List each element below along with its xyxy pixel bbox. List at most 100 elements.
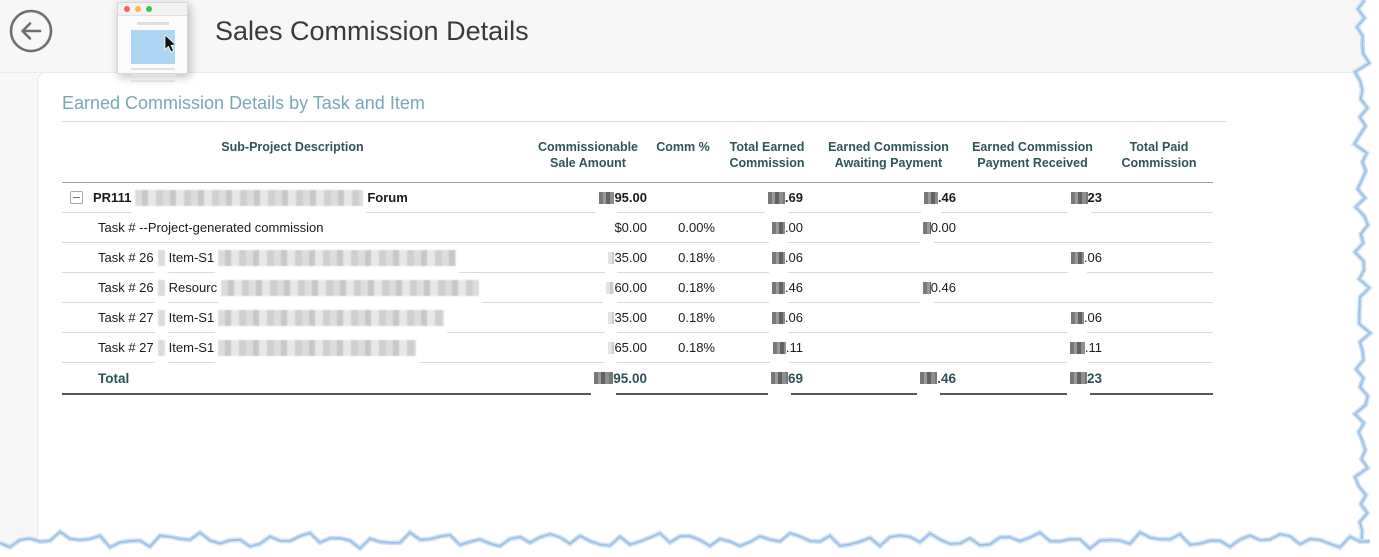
description-cell: Task # 26 Item-S1 — [62, 243, 527, 272]
redacted-block — [772, 252, 785, 264]
value-cell: .46 — [717, 273, 817, 302]
value-cell — [1105, 183, 1213, 212]
window-content-line — [131, 80, 175, 82]
window-dot-yellow — [135, 6, 141, 12]
cell-text: 60.00 — [614, 280, 647, 295]
redacted-block — [768, 192, 785, 204]
value-cell: .06 — [717, 303, 817, 332]
column-header: Commissionable Sale Amount — [527, 127, 649, 182]
cell-text: 0.18% — [678, 340, 715, 355]
window-titlebar — [118, 3, 187, 16]
column-header: Comm % — [649, 127, 717, 182]
redacted-block — [772, 222, 785, 234]
value-cell — [1105, 213, 1213, 242]
redacted-block — [923, 282, 931, 294]
cell-text: Total — [98, 371, 129, 386]
redacted-block — [218, 340, 416, 356]
description-cell: Total — [62, 363, 527, 393]
app-window-icon — [117, 2, 188, 74]
cell-text: 0.18% — [678, 310, 715, 325]
value-cell: 35.00 — [527, 243, 649, 272]
redacted-block — [158, 310, 165, 326]
value-cell: .00 — [717, 213, 817, 242]
cell-text: Task # 26 — [98, 280, 154, 295]
value-cell — [817, 243, 960, 272]
redacted-block — [923, 222, 931, 234]
window-dot-green — [146, 6, 152, 12]
redacted-block — [218, 310, 444, 326]
value-cell: 0.46 — [817, 273, 960, 302]
cell-text: PR111 — [93, 190, 131, 205]
cell-text: Forum — [367, 190, 407, 205]
value-cell: .11 — [717, 333, 817, 362]
table-row-total: Total95.0069.4623 — [62, 363, 1213, 395]
value-cell — [1105, 333, 1213, 362]
cell-text: Task # --Project-generated commission — [98, 220, 323, 235]
value-cell: 95.00 — [527, 183, 649, 212]
value-cell: 0.18% — [649, 273, 717, 302]
redacted-block — [221, 280, 479, 296]
section-divider — [62, 121, 1226, 122]
redacted-block — [1070, 342, 1085, 354]
redacted-block — [924, 192, 938, 204]
value-cell: 0.00 — [817, 213, 960, 242]
section-title: Earned Commission Details by Task and It… — [62, 93, 425, 114]
value-cell — [960, 213, 1105, 242]
cell-text: 0.46 — [931, 280, 956, 295]
redacted-block — [158, 250, 165, 266]
redacted-block — [772, 282, 785, 294]
cell-text: Task # 26 — [98, 250, 154, 265]
window-content-line — [131, 74, 175, 76]
redacted-block — [1071, 252, 1084, 264]
column-header: Total Paid Commission — [1105, 127, 1213, 182]
cell-text: Task # 27 — [98, 340, 154, 355]
value-cell: .06 — [960, 303, 1105, 332]
value-cell: .46 — [817, 183, 960, 212]
arrow-left-circle-icon — [7, 7, 55, 55]
value-cell — [960, 273, 1105, 302]
description-cell: Task # --Project-generated commission — [62, 213, 527, 242]
value-cell — [1105, 363, 1213, 393]
description-cell: PR111 Forum — [62, 183, 527, 212]
cell-text: Item-S1 — [169, 250, 215, 265]
cell-text: 95.00 — [614, 190, 647, 205]
value-cell: .11 — [960, 333, 1105, 362]
left-gutter — [0, 73, 38, 557]
cell-text: $0.00 — [614, 220, 647, 235]
cell-text: 35.00 — [614, 310, 647, 325]
redacted-block — [218, 250, 456, 266]
redacted-block — [599, 192, 614, 204]
cell-text: 95.00 — [613, 371, 647, 386]
table-row-group: PR111Forum95.00.69.4623 — [62, 183, 1213, 213]
value-cell: .46 — [817, 363, 960, 393]
value-cell — [1105, 273, 1213, 302]
top-header-band — [0, 0, 1379, 73]
commission-table: Sub-Project DescriptionCommissionable Sa… — [62, 127, 1213, 395]
mouse-pointer-icon — [164, 35, 179, 53]
cell-text: 0.18% — [678, 250, 715, 265]
redacted-block — [1071, 312, 1084, 324]
table-row-task: Task # 27Item-S135.000.18%.06.06 — [62, 303, 1213, 333]
table-header-row: Sub-Project DescriptionCommissionable Sa… — [62, 127, 1213, 183]
value-cell: 95.00 — [527, 363, 649, 393]
column-header: Sub-Project Description — [62, 127, 527, 182]
cell-text: 0.00% — [678, 220, 715, 235]
value-cell — [1105, 303, 1213, 332]
redacted-block — [135, 190, 363, 206]
back-button[interactable] — [7, 7, 55, 55]
value-cell: .06 — [960, 243, 1105, 272]
cell-text: Item-S1 — [169, 340, 215, 355]
description-cell: Task # 26 Resourc — [62, 273, 527, 302]
redacted-block — [771, 372, 788, 384]
window-dot-red — [124, 6, 130, 12]
value-cell: 0.00% — [649, 213, 717, 242]
cell-text: 0.00 — [931, 220, 956, 235]
collapse-minus-icon[interactable] — [70, 191, 83, 204]
table-row-task: Task # 27Item-S165.000.18%.11.11 — [62, 333, 1213, 363]
redacted-block — [608, 312, 614, 324]
cell-text: Resourc — [169, 280, 217, 295]
table-row-task: Task # 26Item-S135.000.18%.06.06 — [62, 243, 1213, 273]
table-row-task: Task # 26 Resourc 60.000.18%.46 0.46 — [62, 273, 1213, 303]
redacted-block — [158, 280, 165, 296]
redacted-block — [773, 342, 786, 354]
